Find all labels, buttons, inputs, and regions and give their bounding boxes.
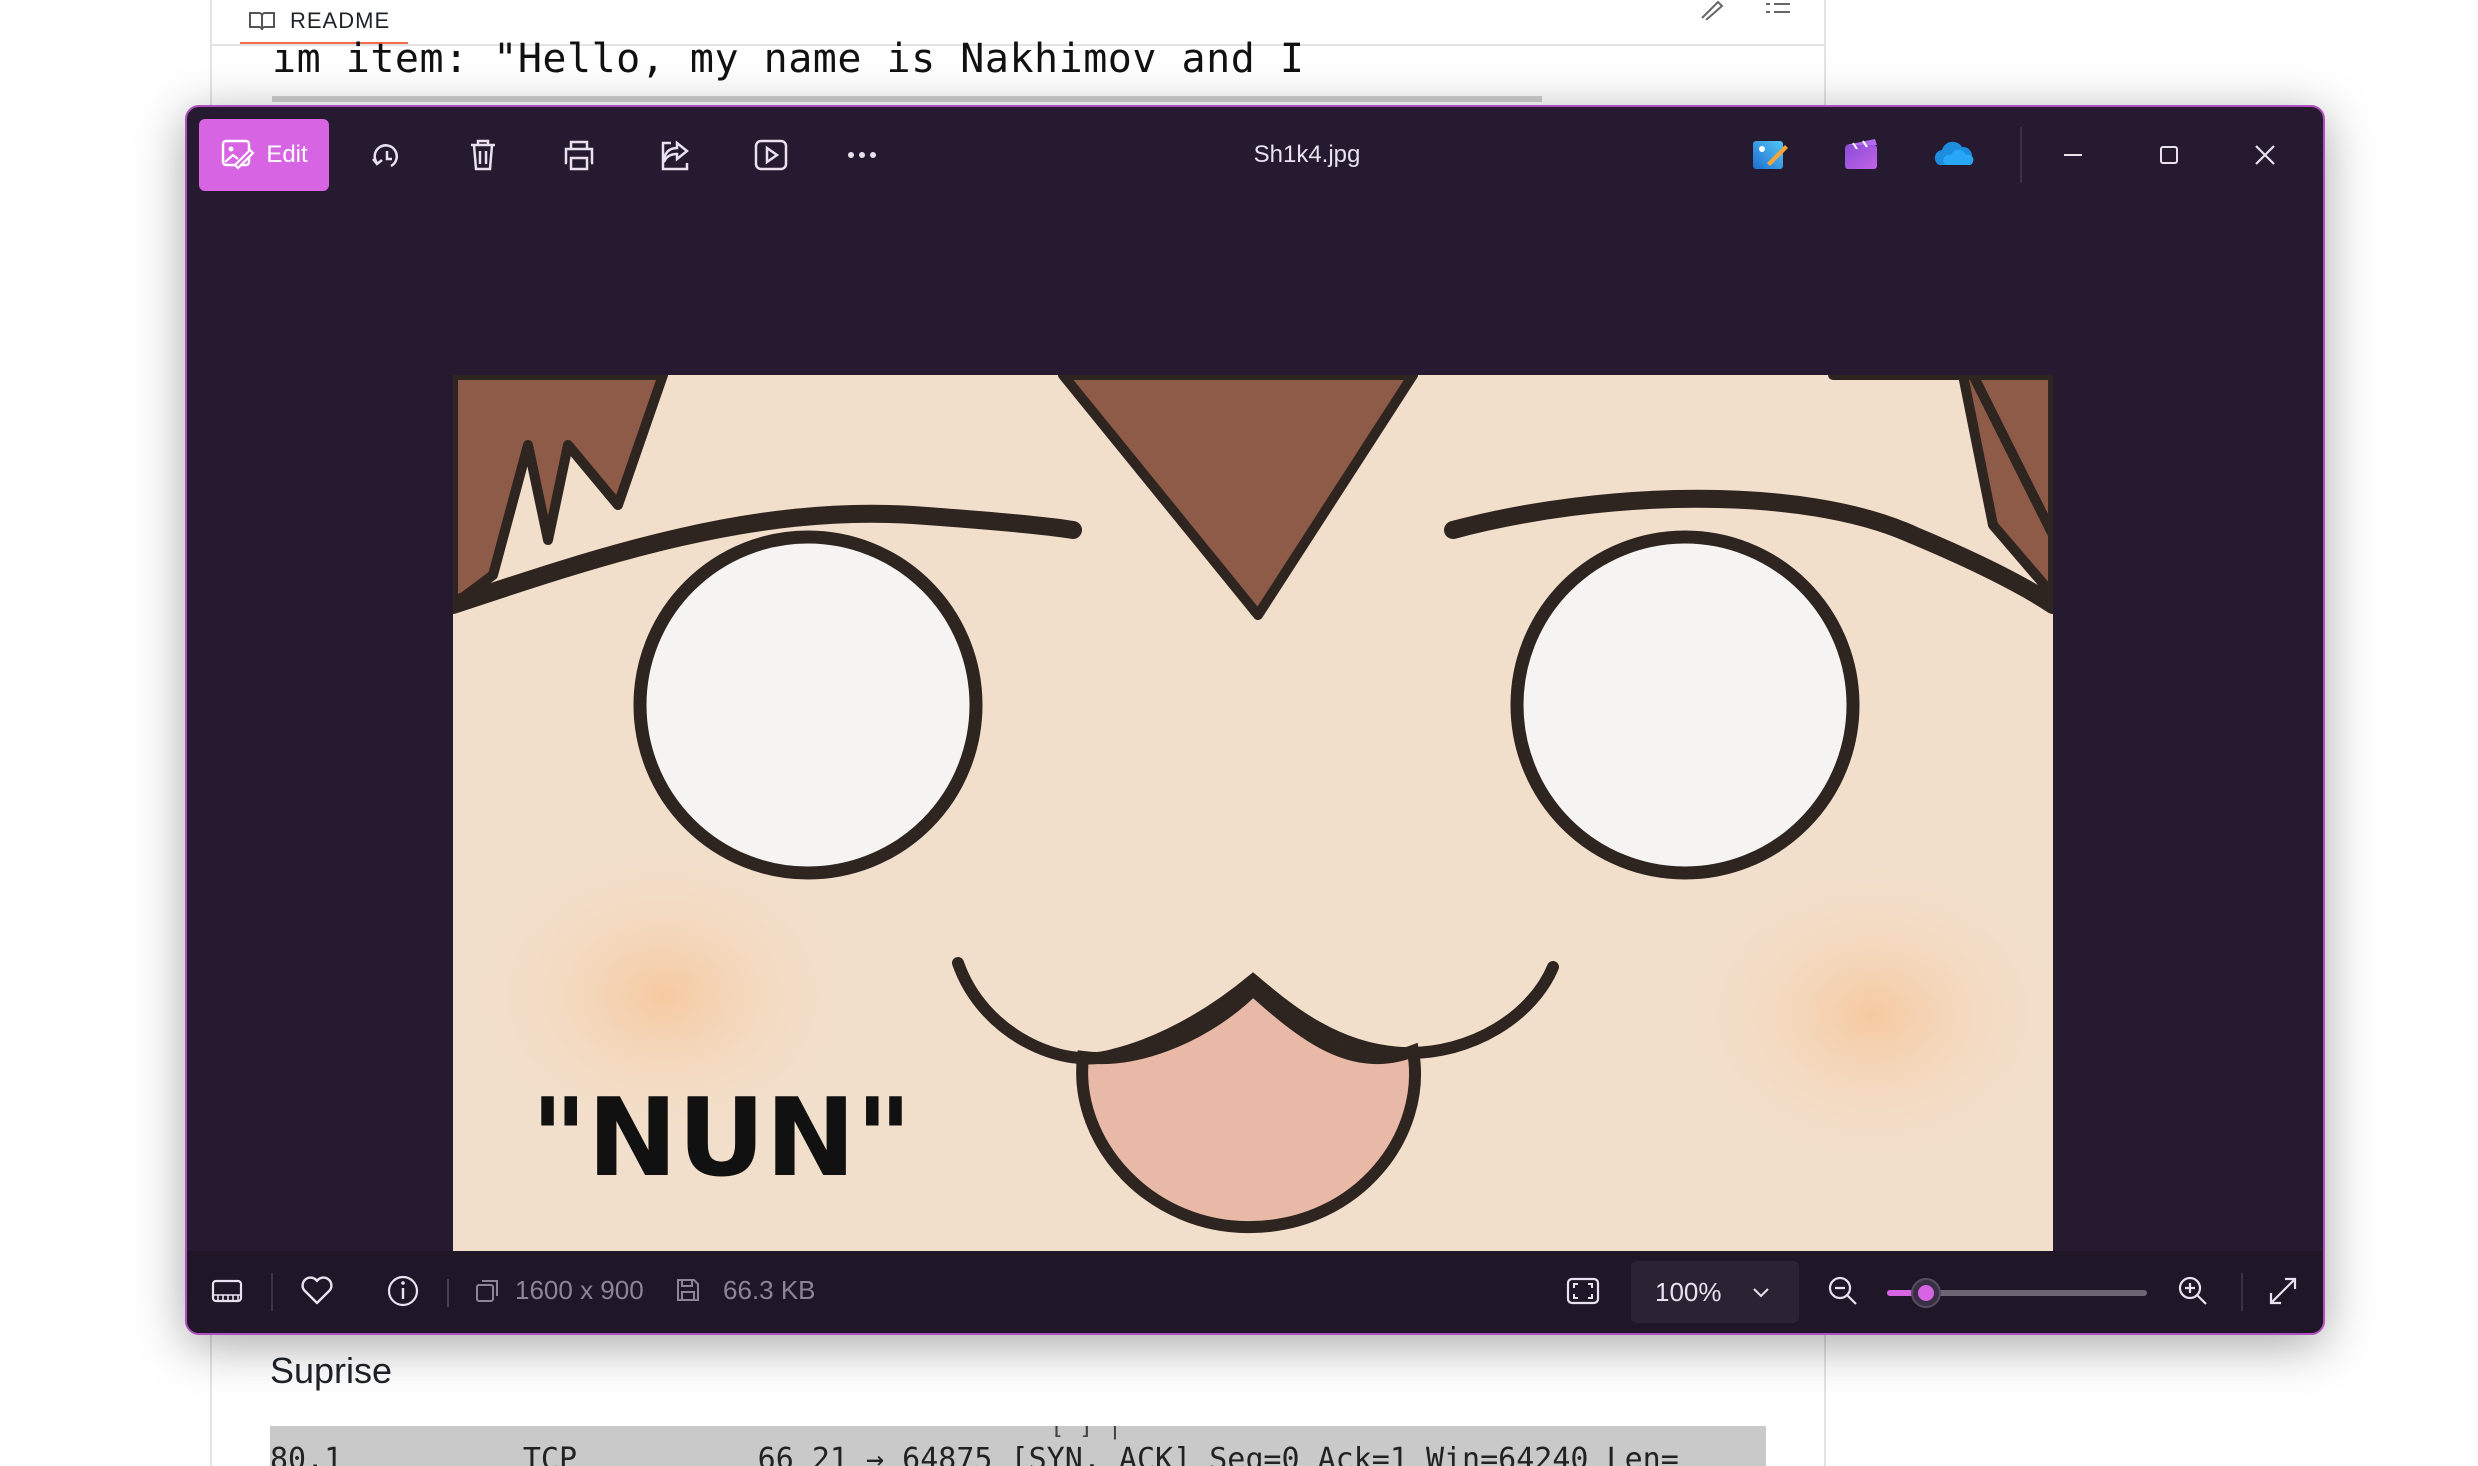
image-dimensions: 1600 x 900: [515, 1275, 644, 1305]
edit-image-icon: [222, 139, 255, 170]
print-button[interactable]: [559, 135, 599, 175]
share-icon: [661, 140, 690, 171]
left-eye: [633, 530, 983, 880]
image-canvas[interactable]: "NUN": [187, 203, 2323, 1275]
heart-icon[interactable]: [297, 1271, 337, 1311]
more-button[interactable]: [842, 135, 882, 175]
slideshow-icon: [754, 139, 788, 171]
rotate-icon: [372, 144, 398, 168]
print-icon: [564, 140, 594, 171]
zoom-dropdown[interactable]: 100%: [1631, 1261, 1799, 1323]
fit-to-window-icon[interactable]: [1563, 1271, 1603, 1311]
delete-icon: [471, 139, 495, 171]
minimize-icon[interactable]: [2053, 135, 2093, 175]
statusbar-separator: [447, 1279, 449, 1307]
clipchamp-icon[interactable]: [1839, 133, 1883, 177]
zoom-slider-thumb[interactable]: [1911, 1278, 1941, 1308]
displayed-photo: "NUN": [453, 375, 2053, 1275]
packet-header-fragment: [ ] |: [1050, 1426, 1123, 1440]
rotate-button[interactable]: [367, 135, 407, 175]
statusbar-separator: [271, 1273, 273, 1311]
onedrive-icon[interactable]: [1933, 133, 1977, 177]
file-name: Sh1k4.jpg: [1253, 141, 1361, 168]
code-line: ım item: "Hello, my name is Nakhimov and…: [272, 36, 1305, 82]
zoom-slider[interactable]: [1887, 1278, 2147, 1308]
share-button[interactable]: [655, 135, 695, 175]
packet-capture-image: [ ] | 80.1 TCP 66 21 → 64875 [SYN, ACK] …: [270, 1426, 1766, 1466]
edit-label: Edit: [266, 141, 308, 168]
statusbar-separator: [2241, 1273, 2243, 1311]
pencil-icon[interactable]: [1696, 0, 1726, 20]
title-bar: Edit Sh1k4.jpg: [187, 107, 2323, 203]
zoom-in-icon[interactable]: [2173, 1271, 2213, 1311]
slideshow-button[interactable]: [751, 135, 791, 175]
list-icon[interactable]: [1762, 0, 1792, 20]
more-icon: [848, 152, 876, 158]
section-heading: Suprise: [270, 1350, 393, 1391]
file-size: 66.3 KB: [723, 1275, 816, 1305]
status-bar: 1600 x 900 66.3 KB 100%: [187, 1251, 2323, 1333]
filmstrip-icon[interactable]: [207, 1271, 247, 1311]
delete-button[interactable]: [463, 135, 503, 175]
titlebar-separator: [2020, 127, 2022, 183]
maximize-icon[interactable]: [2149, 135, 2189, 175]
edit-button[interactable]: Edit: [199, 119, 329, 191]
photo-editor-icon[interactable]: [1747, 133, 1791, 177]
chevron-down-icon: [1753, 1288, 1769, 1298]
packet-line: 80.1 TCP 66 21 → 64875 [SYN, ACK] Seq=0 …: [270, 1442, 1679, 1466]
save-icon: [677, 1279, 699, 1301]
dimensions-icon: [476, 1280, 498, 1302]
photo-caption: "NUN": [531, 1076, 912, 1201]
info-icon[interactable]: [383, 1271, 423, 1311]
readme-tab-label: README: [290, 8, 391, 33]
code-scrollbar: [272, 96, 1542, 102]
full-screen-icon[interactable]: [2263, 1271, 2303, 1311]
right-eye: [1510, 530, 1860, 880]
photos-window: Edit Sh1k4.jpg "NUN" 1600 x 900 66.3 KB …: [185, 105, 2325, 1335]
close-icon[interactable]: [2245, 135, 2285, 175]
zoom-out-icon[interactable]: [1823, 1271, 1863, 1311]
zoom-level: 100%: [1655, 1276, 1722, 1307]
book-icon: [249, 12, 275, 31]
